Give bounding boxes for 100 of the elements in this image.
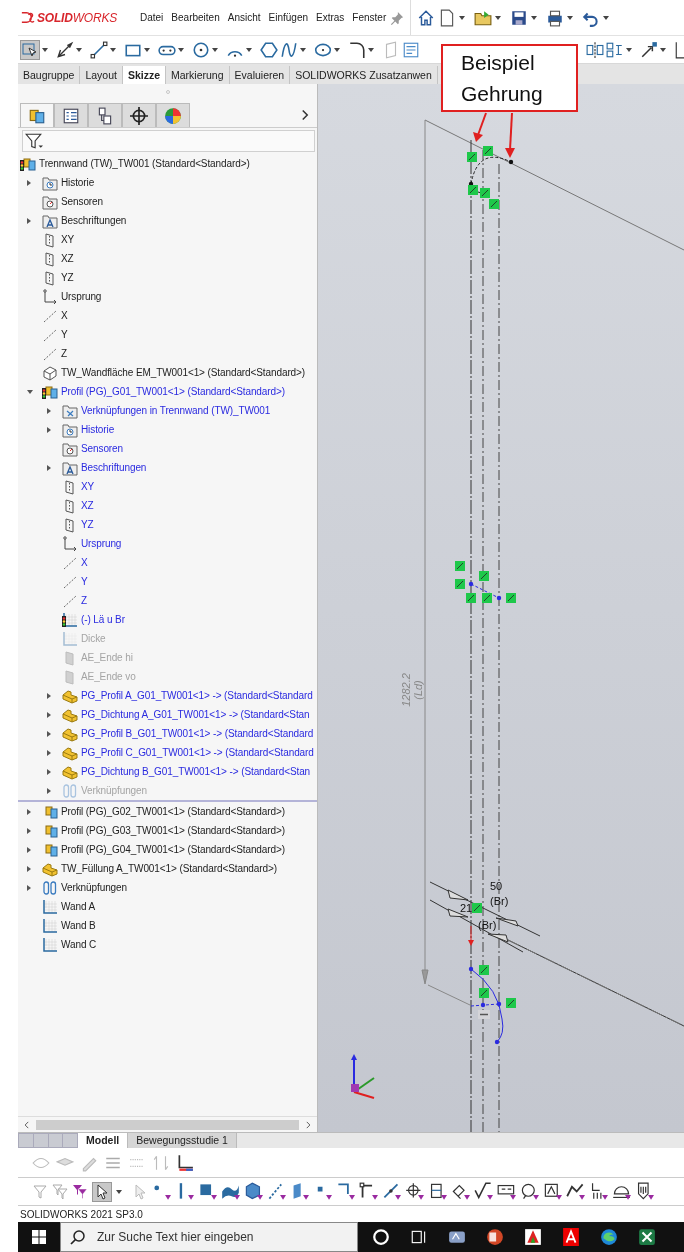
balloon-filter-icon[interactable] bbox=[520, 1182, 539, 1201]
tree-item[interactable]: Ursprung bbox=[81, 538, 122, 549]
tree-item[interactable]: Historie bbox=[81, 424, 115, 435]
tree-item[interactable]: Sensoren bbox=[61, 196, 103, 207]
constraint-icon[interactable] bbox=[506, 998, 516, 1008]
expand-arrow[interactable] bbox=[47, 711, 51, 718]
axis-filter-icon[interactable] bbox=[267, 1182, 286, 1201]
tag-filter-icon[interactable] bbox=[451, 1182, 470, 1201]
expand-arrow[interactable] bbox=[47, 464, 51, 471]
tree-item[interactable]: TW_Füllung A_TW001<1> (Standard<Standard>) bbox=[61, 863, 277, 874]
segment-filter-icon[interactable] bbox=[359, 1182, 378, 1201]
task-view-icon[interactable] bbox=[410, 1228, 428, 1246]
line-icon[interactable] bbox=[90, 40, 108, 59]
expand-arrow[interactable] bbox=[27, 865, 31, 872]
caret-icon[interactable] bbox=[459, 15, 466, 20]
constraint-icon[interactable] bbox=[506, 593, 516, 603]
tree-item[interactable]: Profil (PG)_G02_TW001<1> (Standard<Standard>) bbox=[61, 806, 285, 817]
expand-arrow[interactable] bbox=[47, 768, 51, 775]
tree-item[interactable]: X bbox=[61, 310, 68, 321]
save-icon[interactable] bbox=[510, 8, 529, 27]
caret-icon[interactable] bbox=[495, 15, 502, 20]
scroll-left-icon[interactable] bbox=[22, 1119, 32, 1130]
tree-item[interactable]: YZ bbox=[61, 272, 74, 283]
menu-item[interactable]: Bearbeiten bbox=[171, 12, 220, 23]
tree-item[interactable]: Beschriftungen bbox=[61, 215, 127, 226]
caret-icon[interactable] bbox=[368, 47, 374, 52]
menu-item[interactable]: Einfügen bbox=[268, 12, 308, 23]
corner-filter-icon[interactable] bbox=[336, 1182, 355, 1201]
tree-item[interactable]: Profil (PG)_G03_TW001<1> (Standard<Standard>) bbox=[61, 825, 285, 836]
tree-item[interactable]: Profil (PG)_G04_TW001<1> (Standard<Standard>) bbox=[61, 844, 285, 855]
caret-icon[interactable] bbox=[300, 47, 306, 52]
constraint-icon[interactable] bbox=[482, 593, 492, 603]
tree-item[interactable]: Wand C bbox=[61, 939, 97, 950]
expand-arrow[interactable] bbox=[47, 749, 51, 756]
expand-arrow[interactable] bbox=[47, 730, 51, 737]
pin-icon[interactable] bbox=[390, 10, 405, 25]
tree-item[interactable]: Z bbox=[81, 595, 87, 606]
menu-item[interactable]: Extras bbox=[316, 12, 345, 23]
face-filter-icon[interactable] bbox=[198, 1182, 217, 1201]
tree-item[interactable]: Verknüpfungen in Trennwand (TW)_TW001 bbox=[81, 405, 271, 416]
caret-icon[interactable] bbox=[42, 47, 48, 52]
app-icon[interactable] bbox=[448, 1228, 466, 1246]
expand-arrow[interactable] bbox=[27, 884, 31, 891]
dimension-value[interactable]: 21 bbox=[460, 902, 473, 914]
printer-icon[interactable] bbox=[546, 8, 565, 27]
tree-item[interactable]: TW_Wandfläche EM_TW001<1> (Standard<Standard>) bbox=[61, 367, 306, 378]
caret-icon[interactable] bbox=[660, 47, 666, 52]
tree-item[interactable]: Trennwand (TW)_TW001 (Standard<Standard>) bbox=[39, 158, 250, 169]
scroll-right-icon[interactable] bbox=[303, 1119, 313, 1130]
menu-item[interactable]: Fenster bbox=[352, 12, 387, 23]
datum-filter-icon[interactable] bbox=[428, 1182, 447, 1201]
tree-item[interactable]: YZ bbox=[81, 519, 94, 530]
tree-item[interactable]: Y bbox=[61, 329, 68, 340]
caret-icon[interactable] bbox=[567, 15, 574, 20]
thread-filter-icon[interactable] bbox=[635, 1182, 654, 1201]
constraint-icon[interactable] bbox=[479, 988, 489, 998]
axes-icon[interactable] bbox=[176, 1153, 194, 1172]
dimension-value[interactable]: 50 bbox=[490, 880, 503, 892]
hatch-filter-icon[interactable] bbox=[589, 1182, 608, 1201]
tree-item[interactable]: XZ bbox=[81, 500, 94, 511]
tree-item[interactable]: PG_Dichtung B_G01_TW001<1> -> (Standard<Stan bbox=[81, 766, 311, 777]
caret-icon[interactable] bbox=[76, 47, 82, 52]
constraint-icon[interactable] bbox=[479, 571, 489, 581]
weld-filter-icon[interactable] bbox=[566, 1182, 585, 1201]
tree-item[interactable]: Z bbox=[61, 348, 67, 359]
tree-item[interactable]: (-) Lä u Br bbox=[81, 614, 125, 625]
fillet-icon[interactable] bbox=[348, 40, 366, 59]
tree-item[interactable]: Ursprung bbox=[61, 291, 102, 302]
tree-item[interactable]: Beschriftungen bbox=[81, 462, 147, 473]
expand-arrow[interactable] bbox=[27, 389, 33, 394]
constraint-icon[interactable] bbox=[478, 1010, 490, 1019]
expand-arrow[interactable] bbox=[47, 426, 51, 433]
presentation-app-icon[interactable] bbox=[486, 1228, 504, 1246]
pattern-icon[interactable] bbox=[606, 40, 624, 59]
surface-finish-filter-icon[interactable] bbox=[474, 1182, 493, 1201]
panel-tab[interactable] bbox=[122, 103, 156, 127]
search-field[interactable]: Zur Suche Text hier eingeben bbox=[60, 1222, 358, 1252]
chart-app-icon[interactable] bbox=[524, 1228, 542, 1246]
caret-icon[interactable] bbox=[116, 1189, 122, 1194]
windows-start-icon[interactable] bbox=[31, 1229, 47, 1245]
note-filter-icon[interactable] bbox=[543, 1182, 562, 1201]
caret-icon[interactable] bbox=[212, 47, 218, 52]
caret-icon[interactable] bbox=[144, 47, 150, 52]
tree-item[interactable]: Y bbox=[81, 576, 88, 587]
select-icon[interactable] bbox=[20, 39, 40, 60]
tree-item[interactable]: PG_Dichtung A_G01_TW001<1> -> (Standard<Stan bbox=[81, 709, 310, 720]
move-icon[interactable] bbox=[640, 40, 658, 59]
tree-item[interactable]: Verknüpfungen bbox=[61, 882, 127, 893]
bottom-tab[interactable]: Bewegungsstudie 1 bbox=[128, 1133, 237, 1148]
center-filter-icon[interactable] bbox=[405, 1182, 424, 1201]
caret-icon[interactable] bbox=[246, 47, 252, 52]
tolerance-filter-icon[interactable] bbox=[497, 1182, 516, 1201]
expand-arrow[interactable] bbox=[27, 217, 31, 224]
menu-item[interactable]: Datei bbox=[140, 12, 164, 23]
caret-icon[interactable] bbox=[178, 47, 184, 52]
caret-icon[interactable] bbox=[110, 47, 116, 52]
panel-tab[interactable] bbox=[88, 103, 122, 127]
constraint-icon[interactable] bbox=[455, 579, 465, 589]
expand-arrow[interactable] bbox=[27, 827, 31, 834]
caret-icon[interactable] bbox=[603, 15, 610, 20]
